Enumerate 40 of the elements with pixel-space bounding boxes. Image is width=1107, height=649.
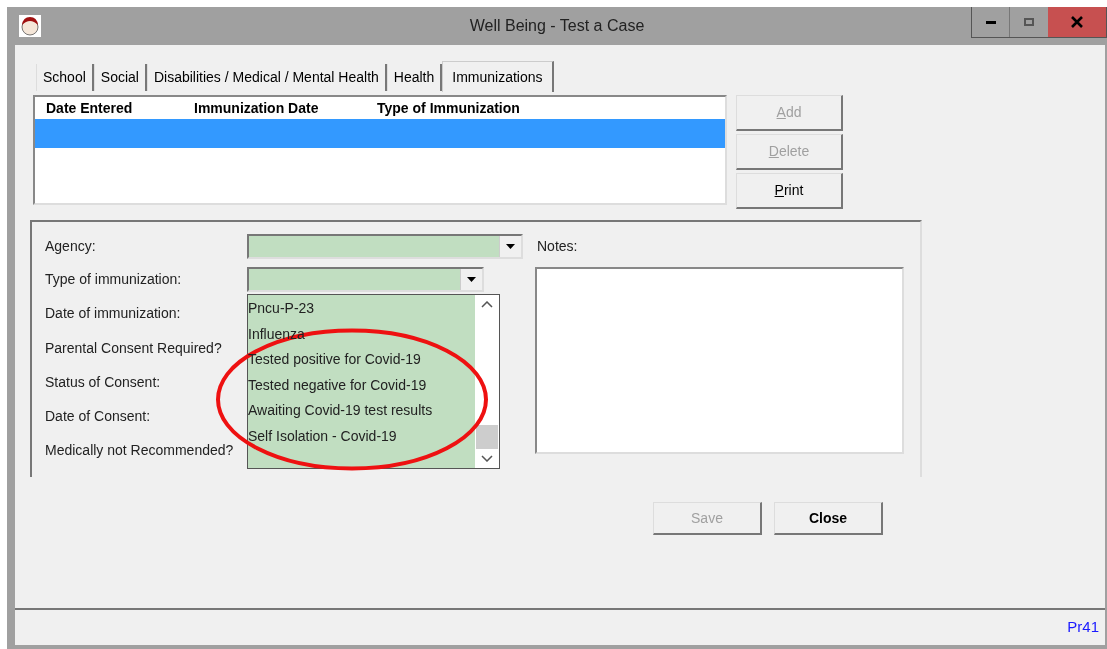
scroll-down-icon[interactable] xyxy=(481,455,493,462)
dropdown-arrow-icon xyxy=(467,277,476,282)
tab[interactable]: Health xyxy=(386,64,443,91)
avatar-icon xyxy=(19,15,41,37)
dropdown-list[interactable]: Pncu-P-23 Influenza Tested positive for Covid-19 Tested negative for Covid-19 Awaiting Covid-19 test results Self Isolation - Covid-19 xyxy=(247,294,500,469)
dropdown-option[interactable]: Tested positive for Covid-19 xyxy=(248,348,421,374)
close-button[interactable] xyxy=(1048,7,1106,37)
scroll-thumb[interactable] xyxy=(476,425,498,449)
dropdown-arrow-icon xyxy=(506,244,515,249)
dropdown-option[interactable]: Influenza xyxy=(248,322,305,348)
scroll-up-icon[interactable] xyxy=(481,301,493,308)
button[interactable]: Print xyxy=(736,173,843,209)
dropdown-field[interactable] xyxy=(247,267,484,292)
tab[interactable]: School xyxy=(36,64,94,91)
field-label: Medically not Recommended? xyxy=(45,441,235,460)
window-title: Well Being - Test a Case xyxy=(468,16,646,36)
tab[interactable]: Social xyxy=(93,64,147,91)
notes-label: Notes: xyxy=(537,237,579,256)
dropdown-field[interactable] xyxy=(247,234,523,259)
column-header: Date Entered xyxy=(46,98,134,118)
close-icon xyxy=(1071,16,1083,28)
notes-field[interactable] xyxy=(535,267,904,454)
tab[interactable]: Disabilities / Medical / Mental Health xyxy=(146,64,387,91)
dropdown-option[interactable]: Self Isolation - Covid-19 xyxy=(248,424,397,450)
list-box[interactable]: Date Entered Immunization Date Type of Immunization xyxy=(33,95,727,205)
column-header: Type of Immunization xyxy=(377,98,521,118)
tab[interactable]: Immunizations xyxy=(442,61,554,92)
scrollbar[interactable] xyxy=(475,295,499,468)
dropdown-option[interactable]: Pncu-P-23 xyxy=(248,297,315,323)
field-label: Date of Consent: xyxy=(45,407,152,426)
field-label: Parental Consent Required? xyxy=(45,339,223,358)
field-label: Date of immunization: xyxy=(45,304,182,323)
field-label: Agency: xyxy=(45,237,97,256)
column-header: Immunization Date xyxy=(194,98,320,118)
button[interactable]: Close xyxy=(774,502,883,535)
field-label: Type of immunization: xyxy=(45,270,183,289)
field-label: Status of Consent: xyxy=(45,373,162,392)
status-code: Pr41 xyxy=(1067,617,1099,638)
dropdown-option[interactable]: Tested negative for Covid-19 xyxy=(248,373,427,399)
dropdown-option[interactable]: Awaiting Covid-19 test results xyxy=(248,399,433,425)
